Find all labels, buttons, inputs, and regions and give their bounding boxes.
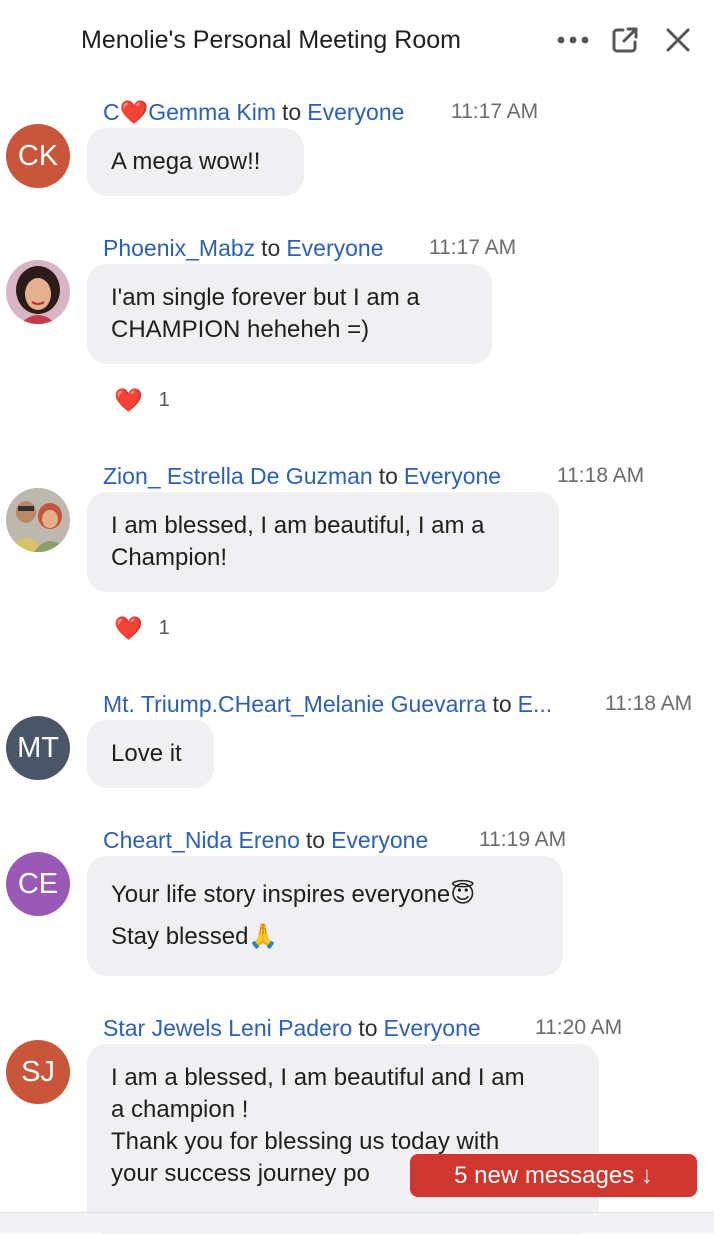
message-line: Love it — [111, 740, 182, 767]
avatar[interactable]: SJ — [6, 1040, 70, 1104]
recipient-name[interactable]: Everyone — [331, 827, 428, 854]
message-line: CHAMPION heheheh =) — [111, 316, 370, 343]
message-meta: Star Jewels Leni Padero to Everyone — [103, 1013, 481, 1043]
message-meta: C❤️Gemma Kim to Everyone — [103, 97, 404, 127]
message-time: 11:20 AM — [535, 1016, 623, 1039]
message-meta: Phoenix_Mabz to Everyone — [103, 233, 384, 263]
chat-title: Menolie's Personal Meeting Room — [81, 26, 461, 54]
heart-icon: ❤️ — [114, 615, 143, 641]
heart-icon: ❤️ — [114, 387, 143, 413]
message-bubble[interactable]: A mega wow!! — [87, 128, 304, 196]
message-line: I'am single forever but I am a — [111, 284, 420, 311]
to-label: to — [305, 826, 326, 853]
to-label: to — [282, 98, 302, 125]
message-bubble[interactable]: I am blessed, I am beautiful, I am a Cha… — [87, 492, 559, 592]
message-meta: Mt. Triump.CHeart_Melanie Guevarra to E.… — [103, 689, 552, 719]
avatar[interactable]: MT — [6, 716, 70, 780]
sender-name[interactable]: Mt. Triump.CHeart_Melanie Guevarra — [103, 691, 486, 718]
more-icon — [557, 36, 589, 44]
close-icon — [666, 28, 690, 52]
more-options-button[interactable] — [555, 22, 591, 58]
message-time: 11:17 AM — [451, 100, 539, 123]
sender-name[interactable]: C❤️Gemma Kim — [103, 99, 276, 126]
to-label: to — [261, 234, 281, 261]
reaction-chip[interactable]: ❤️ 1 — [114, 615, 170, 642]
reaction-count: 1 — [158, 617, 170, 639]
sender-name[interactable]: Phoenix_Mabz — [103, 235, 255, 262]
avatar-photo — [6, 260, 70, 324]
message-list[interactable]: C❤️Gemma Kim to Everyone 11:17 AM CK A m… — [0, 82, 714, 1234]
message-bubble[interactable]: I'am single forever but I am a CHAMPION … — [87, 264, 492, 364]
message-time: 11:17 AM — [429, 236, 517, 259]
message-time: 11:19 AM — [479, 828, 567, 851]
message-time: 11:18 AM — [605, 692, 693, 715]
avatar[interactable]: CE — [6, 852, 70, 916]
reaction-count: 1 — [158, 389, 170, 411]
avatar[interactable] — [6, 260, 70, 324]
to-label: to — [378, 462, 398, 489]
new-messages-button[interactable]: 5 new messages ↓ — [410, 1154, 697, 1197]
message-line: I am a blessed, I am beautiful and I am — [111, 1064, 525, 1091]
message-meta: Zion_ Estrella De Guzman to Everyone — [103, 461, 501, 491]
recipient-name[interactable]: Everyone — [307, 99, 404, 126]
message-line: Champion! — [111, 544, 228, 571]
message-line: A mega wow!! — [111, 148, 261, 175]
to-label: to — [358, 1014, 378, 1041]
message-bubble[interactable]: I am a blessed, I am beautiful and I am … — [87, 1044, 599, 1234]
recipient-name[interactable]: Everyone — [286, 235, 383, 262]
to-label: to — [492, 690, 512, 717]
message-bubble[interactable]: Your life story inspires everyone😇 Stay … — [87, 856, 563, 976]
recipient-name[interactable]: Everyone — [404, 463, 501, 490]
message-line: Your life story inspires everyone😇 — [111, 881, 476, 908]
avatar-photo — [6, 488, 70, 552]
chat-input-bar[interactable] — [0, 1212, 714, 1233]
sender-name[interactable]: Star Jewels Leni Padero — [103, 1015, 352, 1042]
reaction-chip[interactable]: ❤️ 1 — [114, 387, 170, 414]
avatar[interactable] — [6, 488, 70, 552]
message-time: 11:18 AM — [557, 464, 645, 487]
message-line: Stay blessed🙏 — [111, 923, 279, 950]
sender-name[interactable]: Zion_ Estrella De Guzman — [103, 463, 373, 490]
message-line: I am blessed, I am beautiful, I am a — [111, 512, 485, 539]
recipient-name[interactable]: E... — [518, 691, 553, 718]
sender-name[interactable]: Cheart_Nida Ereno — [103, 827, 300, 854]
pop-out-icon — [612, 27, 638, 53]
message-meta: Cheart_Nida Ereno to Everyone — [103, 825, 428, 855]
message-bubble[interactable]: Love it — [87, 720, 214, 788]
message-line: a champion ! — [111, 1096, 249, 1123]
chat-header: Menolie's Personal Meeting Room — [0, 0, 714, 82]
pop-out-button[interactable] — [607, 22, 643, 58]
recipient-name[interactable]: Everyone — [384, 1015, 481, 1042]
avatar[interactable]: CK — [6, 124, 70, 188]
close-button[interactable] — [660, 22, 696, 58]
